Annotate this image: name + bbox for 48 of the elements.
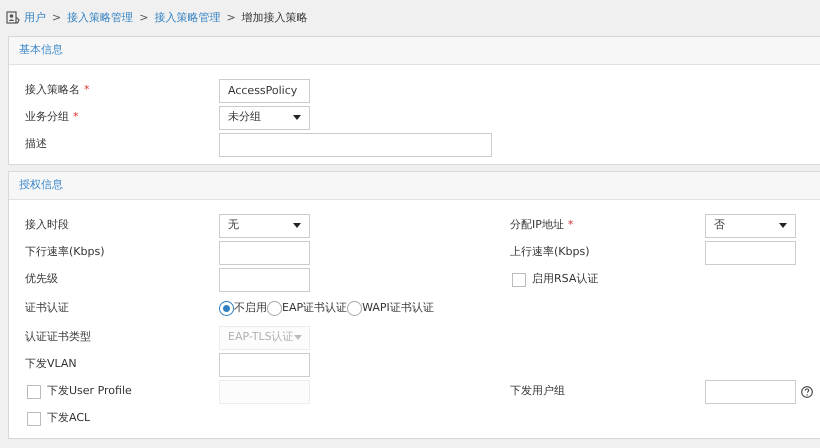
- text-field[interactable]: [705, 380, 796, 404]
- dropdown[interactable]: 未分组: [219, 106, 310, 130]
- breadcrumb-link[interactable]: 接入策略管理: [67, 10, 134, 26]
- text-field[interactable]: [219, 132, 492, 156]
- field-label: 下发用户组: [510, 383, 565, 400]
- breadcrumb-current: 增加接入策略: [242, 10, 308, 26]
- breadcrumb-separator: >: [139, 10, 148, 26]
- checkbox[interactable]: [27, 384, 41, 398]
- checkbox-label[interactable]: 下发User Profile: [47, 383, 132, 400]
- field-label: 证书认证: [25, 300, 69, 316]
- breadcrumb-separator: >: [226, 10, 236, 26]
- radio-label[interactable]: EAP证书认证: [282, 300, 348, 317]
- required-mark: *: [568, 217, 574, 234]
- checkbox[interactable]: [27, 412, 41, 426]
- radio-button[interactable]: [347, 301, 362, 316]
- radio-label[interactable]: 不启用: [234, 300, 267, 317]
- section-title: 基本信息: [9, 37, 820, 65]
- text-field[interactable]: [219, 240, 310, 264]
- field-label: 下发VLAN: [25, 356, 77, 372]
- field-label: 优先级: [25, 271, 58, 288]
- field-label: 接入时段: [25, 217, 69, 234]
- dropdown[interactable]: 无: [219, 214, 310, 238]
- radio-label[interactable]: WAPI证书认证: [362, 300, 434, 317]
- radio-button[interactable]: [267, 301, 282, 316]
- text-field[interactable]: [219, 268, 310, 292]
- radio-button[interactable]: [219, 301, 234, 316]
- dropdown[interactable]: 否: [705, 214, 796, 238]
- section-title: 授权信息: [9, 172, 820, 200]
- checkbox[interactable]: [512, 272, 526, 286]
- help-icon[interactable]: [801, 386, 813, 398]
- breadcrumb-link[interactable]: 接入策略管理: [154, 10, 220, 26]
- breadcrumb-link[interactable]: 用户: [24, 10, 46, 26]
- user-card-icon: [6, 11, 20, 25]
- field-label: 描述: [25, 136, 47, 152]
- field-label: 接入策略名: [25, 82, 80, 98]
- checkbox-label[interactable]: 下发ACL: [47, 410, 90, 427]
- required-mark: *: [84, 82, 90, 98]
- text-field[interactable]: [705, 240, 796, 264]
- text-field[interactable]: AccessPolicy: [219, 78, 310, 102]
- field-label: 下行速率(Kbps): [25, 244, 104, 260]
- field-label: 认证证书类型: [25, 329, 91, 346]
- field-label: 分配IP地址: [510, 217, 564, 234]
- text-field[interactable]: [219, 352, 310, 376]
- checkbox-label[interactable]: 启用RSA认证: [532, 271, 598, 288]
- field-label: 业务分组: [25, 109, 69, 126]
- field-label: 上行速率(Kbps): [510, 244, 590, 260]
- required-mark: *: [73, 109, 78, 126]
- breadcrumb-separator: >: [52, 10, 62, 26]
